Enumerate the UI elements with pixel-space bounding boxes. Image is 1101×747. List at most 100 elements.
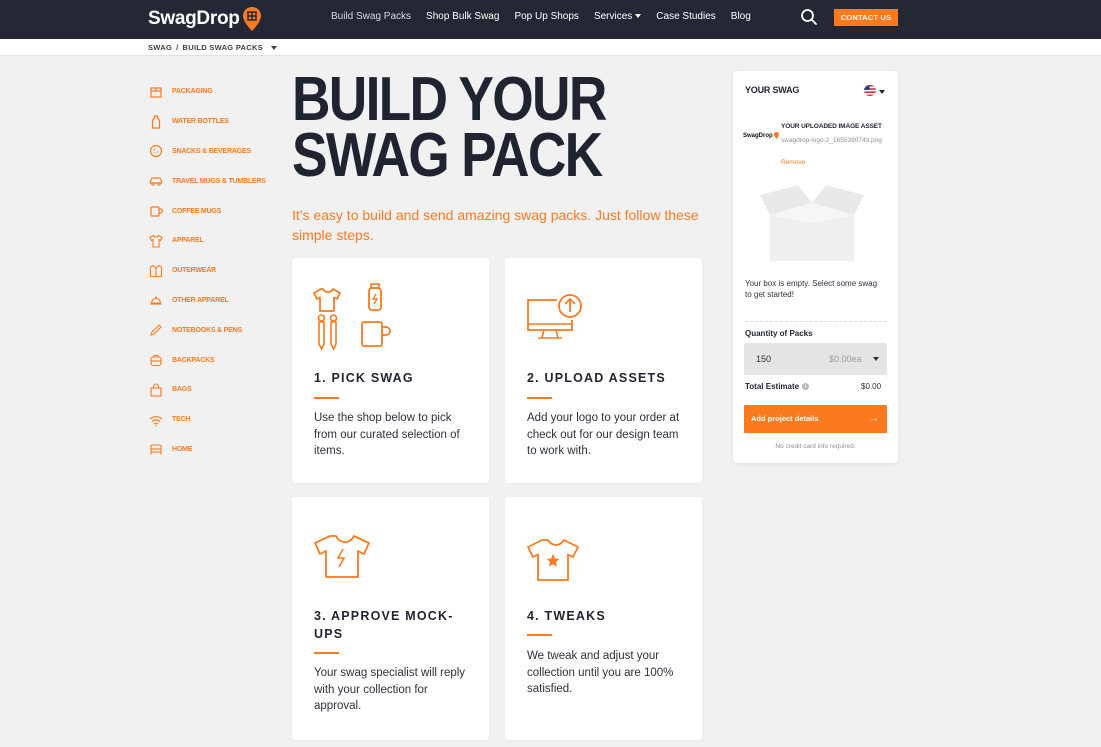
breadcrumb-separator: / (176, 43, 179, 52)
sidebar-item-label: APPAREL (172, 237, 204, 245)
quantity-value: 150 (756, 354, 772, 364)
tshirt-bolt-icon (314, 535, 370, 578)
pen-icon (150, 324, 162, 337)
arrow-right-icon: → (869, 413, 879, 424)
backpack-icon (150, 355, 162, 367)
sidebar-item-bags[interactable]: BAGS (148, 375, 278, 405)
contact-us-button[interactable]: CONTACT US (834, 9, 898, 26)
step-card-pick-swag: 1. PICK SWAG Use the shop below to pick … (292, 258, 489, 483)
chevron-down-icon (873, 357, 879, 361)
us-flag-icon[interactable] (864, 85, 876, 96)
bottle-icon (151, 115, 161, 129)
sidebar-item-backpacks[interactable]: BACKPACKS (148, 345, 278, 375)
swag-items-icon (313, 283, 391, 351)
step-divider (314, 652, 339, 654)
step-title: 3. APPROVE MOCK-UPS (314, 609, 454, 641)
asset-title: YOUR UPLOADED IMAGE ASSET (781, 123, 882, 130)
wifi-icon (149, 415, 163, 426)
sidebar-item-water-bottles[interactable]: WATER BOTTLES (148, 107, 278, 137)
step-title: 4. TWEAKS (527, 609, 606, 623)
location-pin-icon (242, 7, 261, 31)
sidebar-item-packaging[interactable]: PACKAGING (148, 77, 278, 107)
sidebar-item-label: TECH (172, 416, 191, 424)
sidebar-item-label: WATER BOTTLES (172, 118, 229, 126)
step-card-approve-mockups: 3. APPROVE MOCK-UPS Your swag specialist… (292, 497, 489, 740)
divider (745, 321, 887, 322)
chevron-down-icon[interactable] (879, 90, 885, 94)
step-card-tweaks: 4. TWEAKS We tweak and adjust your colle… (505, 497, 702, 740)
sidebar-item-label: OUTERWEAR (172, 267, 216, 275)
hat-icon (150, 296, 162, 306)
sidebar-item-label: HOME (172, 445, 193, 453)
empty-box-icon (760, 185, 864, 261)
sidebar-item-label: PACKAGING (172, 88, 213, 96)
total-estimate-value: $0.00 (861, 382, 882, 391)
jacket-icon (149, 264, 163, 277)
quantity-label: Quantity of Packs (745, 329, 813, 338)
bag-icon (150, 383, 162, 397)
total-estimate-text: Total Estimate (745, 382, 800, 391)
chevron-down-icon (635, 14, 642, 18)
sidebar-item-notebooks-pens[interactable]: NOTEBOOKS & PENS (148, 315, 278, 345)
empty-box-message: Your box is empty. Select some swag to g… (745, 279, 878, 299)
page-subtitle: It's easy to build and send amazing swag… (292, 207, 699, 243)
sidebar-item-tech[interactable]: TECH (148, 405, 278, 435)
step-description: Your swag specialist will reply with you… (314, 667, 466, 712)
breadcrumb: SWAG / BUILD SWAG PACKS (148, 43, 278, 52)
page-title-line-2: SWAG PACK (292, 121, 603, 190)
add-project-details-label: Add project details (751, 414, 819, 423)
upload-monitor-icon (527, 294, 582, 339)
step-divider (527, 634, 552, 636)
step-title: 1. PICK SWAG (314, 371, 414, 385)
nav-blog[interactable]: Blog (731, 11, 751, 22)
uploaded-logo-text: SwagDrop (743, 132, 773, 139)
breadcrumb-bar: SWAG / BUILD SWAG PACKS (0, 39, 1101, 56)
nav-shop-bulk-swag[interactable]: Shop Bulk Swag (426, 11, 499, 22)
page-title-line-1: BUILD YOUR (292, 65, 607, 134)
nav-build-swag-packs[interactable]: Build Swag Packs (331, 11, 411, 22)
step-divider (527, 397, 552, 399)
car-icon (149, 177, 163, 186)
sidebar-item-label: NOTEBOOKS & PENS (172, 326, 242, 334)
sidebar-item-snacks[interactable]: SNACKS & BEVERAGES (148, 137, 278, 167)
breadcrumb-current[interactable]: BUILD SWAG PACKS (183, 43, 264, 52)
step-divider (314, 397, 339, 399)
sidebar-item-label: BAGS (172, 386, 192, 394)
info-icon[interactable]: i (802, 383, 810, 390)
home-icon (150, 444, 162, 455)
sidebar-item-label: OTHER APPAREL (172, 296, 229, 304)
quantity-select[interactable]: 150 $0.00ea (744, 343, 887, 375)
total-estimate-label: Total Estimate i (745, 382, 810, 391)
swagdrop-logo[interactable]: SwagDrop (148, 6, 262, 32)
remove-asset-link[interactable]: Remove (781, 159, 805, 166)
location-pin-icon (773, 132, 779, 139)
sidebar-item-other-apparel[interactable]: OTHER APPAREL (148, 286, 278, 316)
sidebar-item-apparel[interactable]: APPAREL (148, 226, 278, 256)
add-project-details-button[interactable]: Add project details → (744, 405, 887, 433)
sidebar-item-travel-mugs[interactable]: TRAVEL MUGS & TUMBLERS (148, 166, 278, 196)
tshirt-star-icon (527, 539, 579, 581)
step-title: 2. UPLOAD ASSETS (527, 371, 666, 385)
nav-services-label: Services (593, 10, 633, 22)
breadcrumb-swag[interactable]: SWAG (148, 43, 172, 52)
sidebar-item-home[interactable]: HOME (148, 435, 278, 465)
nav-pop-up-shops[interactable]: Pop Up Shops (514, 11, 579, 22)
sidebar-item-label: TRAVEL MUGS & TUMBLERS (172, 177, 266, 185)
sidebar-item-outerwear[interactable]: OUTERWEAR (148, 256, 278, 286)
tshirt-icon (149, 234, 163, 248)
sidebar-item-coffee-mugs[interactable]: COFFEE MUGS (148, 196, 278, 226)
panel-title: YOUR SWAG (745, 85, 800, 95)
logo-text: SwagDrop (148, 8, 240, 29)
mug-icon (150, 206, 164, 217)
step-description: Use the shop below to pick from our cura… (314, 412, 460, 457)
nav-services[interactable]: Services (593, 10, 642, 22)
step-card-upload-assets: 2. UPLOAD ASSETS Add your logo to your o… (505, 258, 702, 483)
chevron-down-icon[interactable] (271, 45, 278, 50)
search-icon[interactable] (800, 8, 818, 26)
box-icon (150, 87, 162, 98)
category-sidebar: PACKAGING WATER BOTTLES SNACKS & BEVERAG… (148, 77, 278, 464)
nav-case-studies[interactable]: Case Studies (656, 11, 715, 22)
unit-price: $0.00ea (829, 354, 862, 364)
sidebar-item-label: BACKPACKS (172, 356, 215, 364)
page-title: BUILD YOUR SWAG PACK (292, 65, 636, 190)
